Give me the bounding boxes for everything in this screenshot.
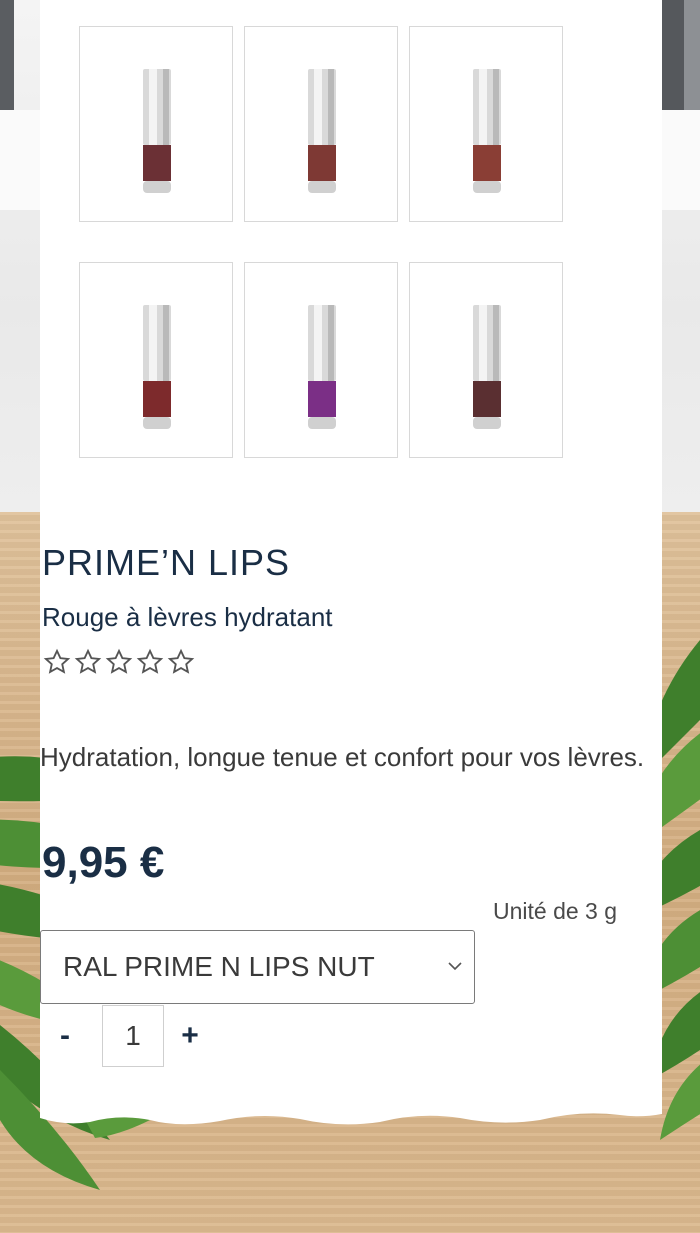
- quantity-stepper: - 1 +: [54, 1005, 210, 1067]
- star-outline-icon: [167, 648, 195, 674]
- star-outline-icon: [136, 648, 164, 674]
- product-thumbnail[interactable]: [79, 262, 233, 458]
- product-subtitle: Rouge à lèvres hydratant: [42, 602, 333, 632]
- product-thumbnail[interactable]: [244, 26, 398, 222]
- product-thumbnail[interactable]: [79, 26, 233, 222]
- quantity-input[interactable]: 1: [102, 1005, 164, 1067]
- lipstick-icon: [143, 305, 171, 429]
- product-unit: Unité de 3 g: [493, 898, 618, 924]
- product-price: 9,95 €: [42, 838, 165, 887]
- lipstick-icon: [308, 305, 336, 429]
- product-thumbnail[interactable]: [409, 26, 563, 222]
- lipstick-icon: [143, 69, 171, 193]
- product-description: Hydratation, longue tenue et confort pou…: [40, 742, 645, 772]
- quantity-increment-button[interactable]: +: [170, 1005, 210, 1067]
- star-outline-icon: [74, 648, 102, 674]
- product-thumbnail[interactable]: [244, 262, 398, 458]
- chevron-down-icon: [448, 962, 462, 971]
- quantity-decrement-button[interactable]: -: [54, 1005, 102, 1067]
- card-torn-edge: [40, 1104, 662, 1125]
- lipstick-icon: [473, 305, 501, 429]
- lipstick-icon: [473, 69, 501, 193]
- star-outline-icon: [105, 648, 133, 674]
- product-card: PRIME’N LIPS Rouge à lèvres hydratant Hy…: [40, 0, 662, 1112]
- star-rating[interactable]: [42, 648, 196, 676]
- star-outline-icon: [43, 648, 71, 674]
- product-thumbnail-grid: [79, 26, 565, 458]
- lipstick-icon: [308, 69, 336, 193]
- variant-select[interactable]: RAL PRIME N LIPS NUT: [40, 930, 475, 1004]
- product-thumbnail[interactable]: [409, 262, 563, 458]
- product-title: PRIME’N LIPS: [42, 542, 291, 583]
- variant-select-value: RAL PRIME N LIPS NUT: [63, 951, 375, 982]
